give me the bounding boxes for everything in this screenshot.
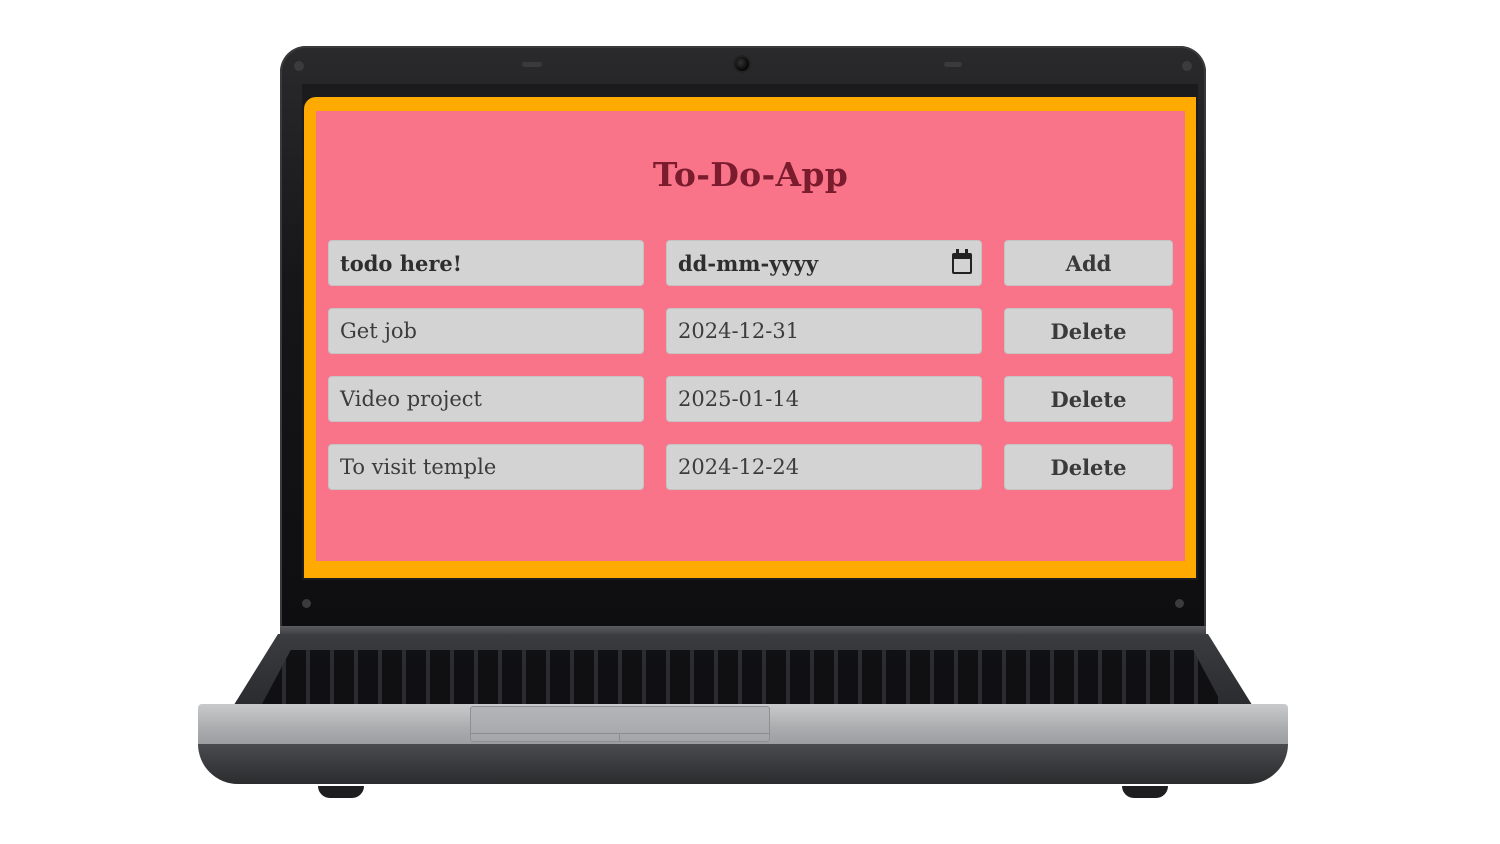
- keyboard: [262, 650, 1222, 704]
- date-input[interactable]: dd-mm-yyyy: [666, 240, 982, 286]
- lid-screw: [1182, 61, 1192, 71]
- add-button[interactable]: Add: [1004, 240, 1173, 286]
- todo-app-container: To-Do-App todo here! dd-mm-yyyy Add Get …: [316, 111, 1185, 561]
- lid-screw: [294, 61, 304, 71]
- todo-name: To visit temple: [328, 444, 644, 490]
- todo-date: 2024-12-31: [666, 308, 982, 354]
- lid-bumper: [302, 599, 311, 608]
- calendar-icon[interactable]: [952, 249, 972, 274]
- delete-button[interactable]: Delete: [1004, 308, 1173, 354]
- webcam: [735, 57, 749, 71]
- todo-date: 2024-12-24: [666, 444, 982, 490]
- lid-bumper: [1175, 599, 1184, 608]
- lid-sensor: [522, 62, 542, 67]
- date-input-placeholder: dd-mm-yyyy: [678, 250, 819, 276]
- todo-app-frame: To-Do-App todo here! dd-mm-yyyy Add Get …: [304, 97, 1196, 578]
- todo-name: Get job: [328, 308, 644, 354]
- laptop-foot: [1122, 786, 1168, 798]
- lid-sensor: [944, 62, 962, 67]
- todo-name: Video project: [328, 376, 644, 422]
- delete-button[interactable]: Delete: [1004, 444, 1173, 490]
- delete-button[interactable]: Delete: [1004, 376, 1173, 422]
- app-title: To-Do-App: [652, 155, 849, 194]
- touchpad-divider: [619, 734, 620, 741]
- laptop-base-front: [198, 744, 1288, 784]
- laptop-foot: [318, 786, 364, 798]
- touchpad: [470, 706, 770, 742]
- todo-input[interactable]: todo here!: [328, 240, 644, 286]
- todo-date: 2025-01-14: [666, 376, 982, 422]
